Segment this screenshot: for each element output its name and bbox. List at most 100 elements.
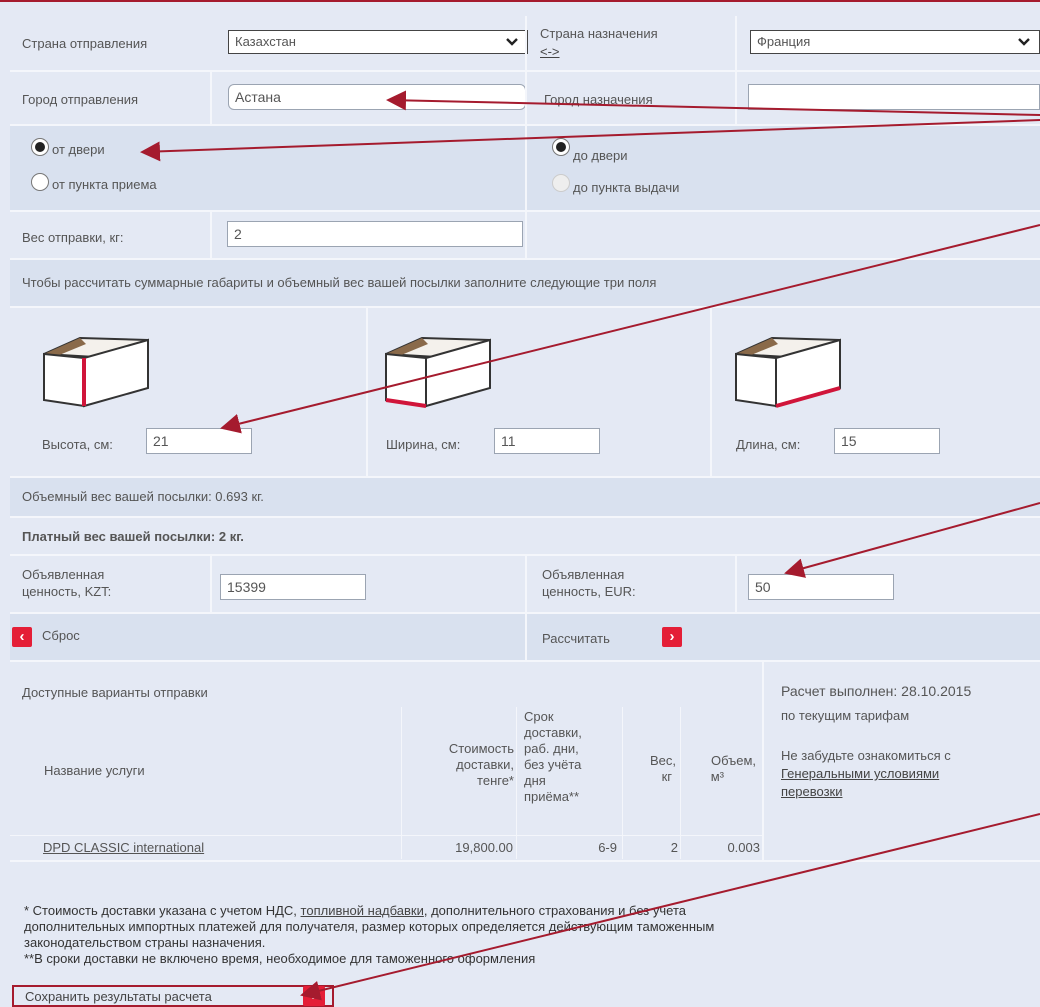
volume-weight-row: Объемный вес вашей посылки: 0.693 кг. (10, 478, 1040, 516)
origin-city-value: Астана (235, 89, 281, 105)
to-door-radio[interactable] (552, 138, 570, 156)
from-point-label: от пункта приема (52, 177, 157, 192)
from-door-radio[interactable] (31, 138, 49, 156)
chevron-down-icon (1018, 38, 1030, 46)
top-accent-line (0, 0, 1040, 2)
col-cost-header-2: доставки, (456, 757, 514, 772)
calculate-button[interactable]: › (662, 627, 682, 647)
footnote-line-3: законодательством страны назначения. (24, 935, 266, 950)
col-term-header-6: приёма** (524, 789, 580, 804)
footnotes: * Стоимость доставки указана с учетом НД… (24, 903, 1014, 967)
service-volume: 0.003 (727, 840, 760, 855)
terms-reminder: Не забудьте ознакомиться с (781, 748, 951, 763)
origin-country-select[interactable]: Казахстан (228, 30, 528, 54)
dimensions-row: Высота, см: 21 Ширина, см: 11 Длина, см:… (10, 308, 1040, 476)
delivery-options-row: от двери от пункта приема до двери до пу… (10, 126, 1040, 210)
height-input[interactable]: 21 (146, 428, 252, 454)
col-weight-header-2: кг (661, 769, 672, 784)
width-label: Ширина, см: (386, 437, 461, 452)
dest-city-input[interactable] (748, 84, 1040, 110)
declared-eur-label-line1: Объявленная (542, 567, 625, 582)
weight-input[interactable]: 2 (227, 221, 523, 247)
city-row: Город отправления Астана Город назначени… (10, 72, 1040, 124)
col-service-header: Название услуги (44, 763, 145, 778)
save-results-button[interactable]: › (303, 986, 325, 1006)
box-width-icon (385, 336, 491, 408)
height-label: Высота, см: (42, 437, 113, 452)
calc-tariffs: по текущим тарифам (781, 708, 910, 723)
length-value: 15 (841, 433, 857, 449)
length-label: Длина, см: (736, 437, 801, 452)
weight-row: Вес отправки, кг: 2 (10, 212, 1040, 258)
paid-weight-text: Платный вес вашей посылки: 2 кг. (22, 529, 244, 544)
to-door-label: до двери (573, 148, 628, 163)
origin-country-value: Казахстан (235, 34, 296, 49)
declared-value-row: Объявленная ценность, KZT: 15399 Объявле… (10, 556, 1040, 612)
results-table: Название услуги Стоимость доставки, тенг… (10, 707, 762, 859)
reset-label[interactable]: Сброс (42, 628, 80, 643)
footnote-line-1: * Стоимость доставки указана с учетом НД… (24, 903, 686, 918)
calc-date: Расчет выполнен: 28.10.2015 (781, 683, 972, 699)
col-volume-header-2: м³ (710, 769, 724, 784)
footnote-line-4: **В сроки доставки не включено время, не… (24, 951, 536, 966)
country-row: Страна отправления Казахстан Страна назн… (10, 16, 1040, 70)
col-term-header-5: дня (524, 773, 546, 788)
box-height-icon (43, 336, 149, 408)
service-weight: 2 (670, 840, 678, 855)
declared-kzt-label-line1: Объявленная (22, 567, 105, 582)
col-weight-header-1: Вес, (649, 753, 676, 768)
calculate-label[interactable]: Рассчитать (542, 631, 610, 646)
declared-eur-value: 50 (755, 579, 771, 595)
width-input[interactable]: 11 (494, 428, 600, 454)
results-heading: Доступные варианты отправки (22, 685, 208, 700)
dest-country-label: Страна назначения (540, 26, 658, 41)
terms-link-line1[interactable]: Генеральными условиями (781, 766, 939, 781)
col-term-header-3: раб. дни, (524, 741, 579, 756)
chevron-left-icon: ‹ (19, 628, 25, 645)
from-point-radio[interactable] (31, 173, 49, 191)
box-length-icon (735, 336, 841, 408)
weight-value: 2 (234, 226, 242, 242)
col-volume-header-1: Объем, (710, 753, 756, 768)
declared-eur-label-line2: ценность, EUR: (542, 584, 636, 599)
chevron-right-icon: › (311, 987, 317, 1004)
declared-kzt-input[interactable]: 15399 (220, 574, 366, 600)
col-term-header-2: доставки, (524, 725, 582, 740)
declared-kzt-value: 15399 (227, 579, 266, 595)
col-cost-header-1: Стоимость (448, 741, 514, 756)
service-term: 6-9 (598, 840, 617, 855)
to-point-label: до пункта выдачи (573, 180, 680, 195)
height-value: 21 (153, 433, 169, 449)
declared-kzt-label-line2: ценность, KZT: (22, 584, 112, 599)
weight-label: Вес отправки, кг: (22, 230, 124, 245)
chevron-down-icon (506, 38, 518, 46)
col-term-header-1: Срок (524, 709, 554, 724)
footnote-line-2: дополнительных импортных платежей для по… (24, 919, 715, 934)
swap-countries-link[interactable]: <-> (540, 44, 560, 59)
origin-city-input[interactable]: Астана (228, 84, 526, 110)
chevron-right-icon: › (669, 628, 675, 645)
width-value: 11 (501, 433, 516, 449)
dest-city-label: Город назначения (544, 92, 653, 107)
paid-weight-row: Платный вес вашей посылки: 2 кг. (10, 518, 1040, 554)
origin-city-label: Город отправления (22, 92, 139, 107)
dimensions-hint: Чтобы рассчитать суммарные габариты и об… (22, 275, 657, 290)
volume-weight-text: Объемный вес вашей посылки: 0.693 кг. (22, 489, 264, 504)
actions-row: ‹ Сброс Рассчитать › (10, 614, 1040, 660)
reset-button[interactable]: ‹ (12, 627, 32, 647)
service-name-link[interactable]: DPD CLASSIC international (43, 840, 204, 855)
from-door-label: от двери (52, 142, 105, 157)
save-results-label[interactable]: Сохранить результаты расчета (25, 989, 212, 1004)
dest-country-select[interactable]: Франция (750, 30, 1040, 54)
to-point-radio[interactable] (552, 174, 570, 192)
col-cost-header-3: тенге* (477, 773, 514, 788)
dimensions-hint-row: Чтобы рассчитать суммарные габариты и об… (10, 260, 1040, 306)
length-input[interactable]: 15 (834, 428, 940, 454)
declared-eur-input[interactable]: 50 (748, 574, 894, 600)
col-term-header-4: без учёта (524, 757, 582, 772)
service-cost: 19,800.00 (455, 840, 513, 855)
origin-country-label: Страна отправления (22, 36, 148, 51)
fuel-surcharge-link[interactable]: топливной надбавки (301, 903, 424, 918)
terms-link-line2[interactable]: перевозки (781, 784, 842, 799)
dest-country-value: Франция (757, 34, 811, 49)
